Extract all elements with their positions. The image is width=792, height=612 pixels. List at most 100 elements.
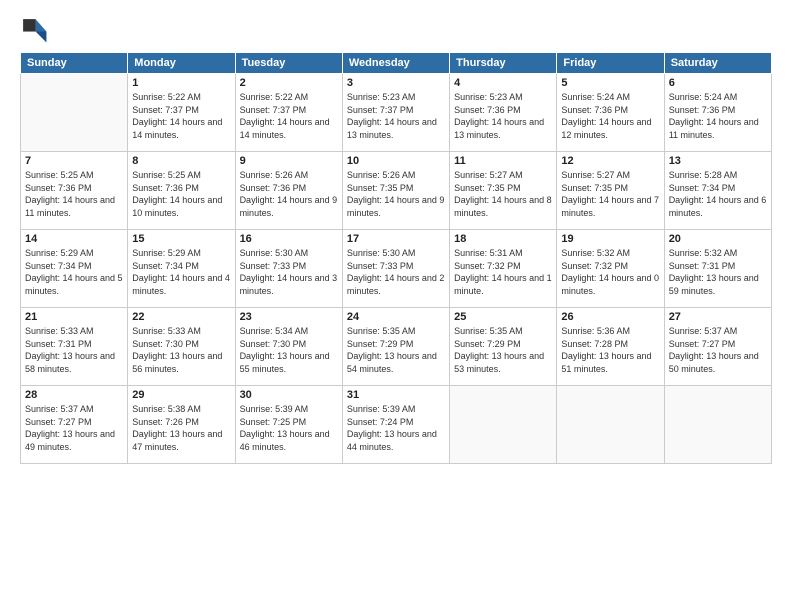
calendar-cell: 25 Sunrise: 5:35 AM Sunset: 7:29 PM Dayli… <box>450 308 557 386</box>
day-info: Sunrise: 5:31 AM Sunset: 7:32 PM Dayligh… <box>454 247 552 297</box>
day-info: Sunrise: 5:33 AM Sunset: 7:30 PM Dayligh… <box>132 325 230 375</box>
calendar-cell: 22 Sunrise: 5:33 AM Sunset: 7:30 PM Dayli… <box>128 308 235 386</box>
day-info: Sunrise: 5:28 AM Sunset: 7:34 PM Dayligh… <box>669 169 767 219</box>
calendar-header-tuesday: Tuesday <box>235 53 342 74</box>
day-number: 9 <box>240 155 338 167</box>
calendar-cell: 26 Sunrise: 5:36 AM Sunset: 7:28 PM Dayli… <box>557 308 664 386</box>
day-number: 12 <box>561 155 659 167</box>
calendar-cell: 4Sunrise: 5:23 AM Sunset: 7:36 PM Daylig… <box>450 74 557 152</box>
day-number: 15 <box>132 233 230 245</box>
day-number: 31 <box>347 389 445 401</box>
logo-icon <box>20 16 48 44</box>
calendar-cell: 31Sunrise: 5:39 AM Sunset: 7:24 PM Dayli… <box>342 386 449 464</box>
calendar-cell: 5 Sunrise: 5:24 AM Sunset: 7:36 PM Daylig… <box>557 74 664 152</box>
calendar-cell: 14Sunrise: 5:29 AM Sunset: 7:34 PM Dayli… <box>21 230 128 308</box>
calendar-week-row: 7 Sunrise: 5:25 AM Sunset: 7:36 PM Daylig… <box>21 152 772 230</box>
day-number: 16 <box>240 233 338 245</box>
calendar-cell: 15 Sunrise: 5:29 AM Sunset: 7:34 PM Dayli… <box>128 230 235 308</box>
day-number: 6 <box>669 77 767 89</box>
day-number: 1 <box>132 77 230 89</box>
day-info: Sunrise: 5:30 AM Sunset: 7:33 PM Dayligh… <box>347 247 445 297</box>
day-number: 26 <box>561 311 659 323</box>
calendar-table: SundayMondayTuesdayWednesdayThursdayFrid… <box>20 52 772 464</box>
calendar-cell: 10 Sunrise: 5:26 AM Sunset: 7:35 PM Dayli… <box>342 152 449 230</box>
calendar-header-monday: Monday <box>128 53 235 74</box>
calendar-cell: 13 Sunrise: 5:28 AM Sunset: 7:34 PM Dayli… <box>664 152 771 230</box>
day-number: 22 <box>132 311 230 323</box>
day-number: 7 <box>25 155 123 167</box>
logo <box>20 16 50 44</box>
logo-text <box>20 16 50 44</box>
day-info: Sunrise: 5:32 AM Sunset: 7:32 PM Dayligh… <box>561 247 659 297</box>
day-number: 19 <box>561 233 659 245</box>
calendar-header-sunday: Sunday <box>21 53 128 74</box>
page: SundayMondayTuesdayWednesdayThursdayFrid… <box>0 0 792 474</box>
calendar-cell: 21Sunrise: 5:33 AM Sunset: 7:31 PM Dayli… <box>21 308 128 386</box>
calendar-cell: 23 Sunrise: 5:34 AM Sunset: 7:30 PM Dayli… <box>235 308 342 386</box>
day-number: 18 <box>454 233 552 245</box>
day-info: Sunrise: 5:34 AM Sunset: 7:30 PM Dayligh… <box>240 325 338 375</box>
calendar-week-row: 28 Sunrise: 5:37 AM Sunset: 7:27 PM Dayli… <box>21 386 772 464</box>
day-info: Sunrise: 5:25 AM Sunset: 7:36 PM Dayligh… <box>132 169 230 219</box>
calendar-week-row: 14Sunrise: 5:29 AM Sunset: 7:34 PM Dayli… <box>21 230 772 308</box>
day-info: Sunrise: 5:37 AM Sunset: 7:27 PM Dayligh… <box>25 403 123 453</box>
calendar-cell: 24 Sunrise: 5:35 AM Sunset: 7:29 PM Dayli… <box>342 308 449 386</box>
calendar-cell: 2 Sunrise: 5:22 AM Sunset: 7:37 PM Daylig… <box>235 74 342 152</box>
calendar-cell: 19 Sunrise: 5:32 AM Sunset: 7:32 PM Dayli… <box>557 230 664 308</box>
calendar-cell: 20 Sunrise: 5:32 AM Sunset: 7:31 PM Dayli… <box>664 230 771 308</box>
calendar-header-row: SundayMondayTuesdayWednesdayThursdayFrid… <box>21 53 772 74</box>
day-number: 23 <box>240 311 338 323</box>
day-info: Sunrise: 5:22 AM Sunset: 7:37 PM Dayligh… <box>132 91 230 141</box>
day-info: Sunrise: 5:38 AM Sunset: 7:26 PM Dayligh… <box>132 403 230 453</box>
day-info: Sunrise: 5:33 AM Sunset: 7:31 PM Dayligh… <box>25 325 123 375</box>
calendar-header-thursday: Thursday <box>450 53 557 74</box>
day-info: Sunrise: 5:37 AM Sunset: 7:27 PM Dayligh… <box>669 325 767 375</box>
day-info: Sunrise: 5:35 AM Sunset: 7:29 PM Dayligh… <box>454 325 552 375</box>
day-info: Sunrise: 5:22 AM Sunset: 7:37 PM Dayligh… <box>240 91 338 141</box>
calendar-cell: 29 Sunrise: 5:38 AM Sunset: 7:26 PM Dayli… <box>128 386 235 464</box>
day-info: Sunrise: 5:36 AM Sunset: 7:28 PM Dayligh… <box>561 325 659 375</box>
day-info: Sunrise: 5:29 AM Sunset: 7:34 PM Dayligh… <box>25 247 123 297</box>
day-number: 11 <box>454 155 552 167</box>
day-info: Sunrise: 5:23 AM Sunset: 7:37 PM Dayligh… <box>347 91 445 141</box>
calendar-cell: 18 Sunrise: 5:31 AM Sunset: 7:32 PM Dayli… <box>450 230 557 308</box>
calendar-cell <box>557 386 664 464</box>
day-number: 3 <box>347 77 445 89</box>
calendar-cell: 8 Sunrise: 5:25 AM Sunset: 7:36 PM Daylig… <box>128 152 235 230</box>
day-number: 30 <box>240 389 338 401</box>
day-info: Sunrise: 5:25 AM Sunset: 7:36 PM Dayligh… <box>25 169 123 219</box>
day-number: 10 <box>347 155 445 167</box>
day-number: 5 <box>561 77 659 89</box>
day-info: Sunrise: 5:24 AM Sunset: 7:36 PM Dayligh… <box>669 91 767 141</box>
day-number: 24 <box>347 311 445 323</box>
calendar-cell <box>664 386 771 464</box>
day-number: 20 <box>669 233 767 245</box>
day-info: Sunrise: 5:35 AM Sunset: 7:29 PM Dayligh… <box>347 325 445 375</box>
calendar-week-row: 1 Sunrise: 5:22 AM Sunset: 7:37 PM Daylig… <box>21 74 772 152</box>
calendar-week-row: 21Sunrise: 5:33 AM Sunset: 7:31 PM Dayli… <box>21 308 772 386</box>
calendar-cell: 17Sunrise: 5:30 AM Sunset: 7:33 PM Dayli… <box>342 230 449 308</box>
day-number: 13 <box>669 155 767 167</box>
calendar-cell: 6 Sunrise: 5:24 AM Sunset: 7:36 PM Daylig… <box>664 74 771 152</box>
day-info: Sunrise: 5:39 AM Sunset: 7:25 PM Dayligh… <box>240 403 338 453</box>
calendar-cell <box>21 74 128 152</box>
calendar-cell: 11Sunrise: 5:27 AM Sunset: 7:35 PM Dayli… <box>450 152 557 230</box>
day-number: 25 <box>454 311 552 323</box>
calendar-header-friday: Friday <box>557 53 664 74</box>
day-number: 29 <box>132 389 230 401</box>
calendar-cell <box>450 386 557 464</box>
day-info: Sunrise: 5:24 AM Sunset: 7:36 PM Dayligh… <box>561 91 659 141</box>
calendar-cell: 7 Sunrise: 5:25 AM Sunset: 7:36 PM Daylig… <box>21 152 128 230</box>
day-number: 8 <box>132 155 230 167</box>
day-info: Sunrise: 5:27 AM Sunset: 7:35 PM Dayligh… <box>561 169 659 219</box>
day-info: Sunrise: 5:26 AM Sunset: 7:35 PM Dayligh… <box>347 169 445 219</box>
calendar-cell: 30 Sunrise: 5:39 AM Sunset: 7:25 PM Dayli… <box>235 386 342 464</box>
day-number: 2 <box>240 77 338 89</box>
calendar-cell: 16Sunrise: 5:30 AM Sunset: 7:33 PM Dayli… <box>235 230 342 308</box>
day-info: Sunrise: 5:32 AM Sunset: 7:31 PM Dayligh… <box>669 247 767 297</box>
calendar-cell: 9Sunrise: 5:26 AM Sunset: 7:36 PM Daylig… <box>235 152 342 230</box>
day-number: 4 <box>454 77 552 89</box>
day-info: Sunrise: 5:29 AM Sunset: 7:34 PM Dayligh… <box>132 247 230 297</box>
calendar-cell: 1 Sunrise: 5:22 AM Sunset: 7:37 PM Daylig… <box>128 74 235 152</box>
day-number: 28 <box>25 389 123 401</box>
